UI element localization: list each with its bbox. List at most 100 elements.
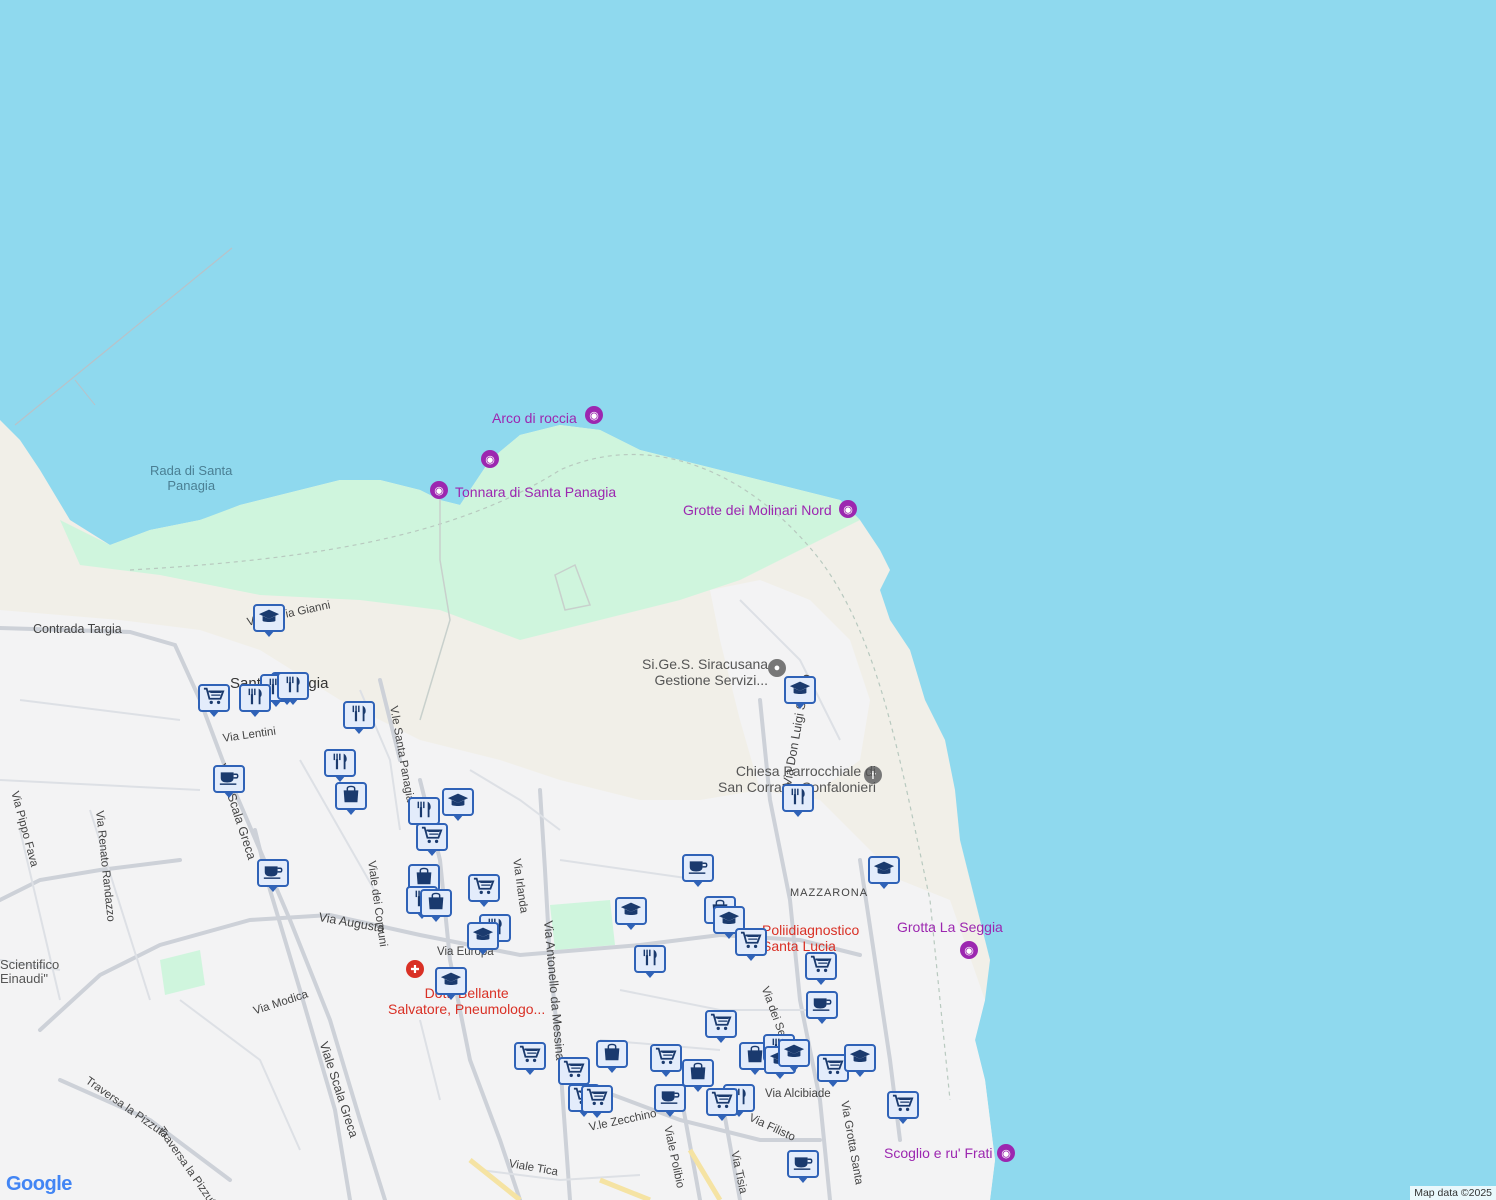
cafe-icon	[792, 1152, 814, 1177]
school-icon	[258, 606, 280, 631]
shopping-bag-pin[interactable]	[420, 889, 456, 922]
shopping-bag-icon	[425, 891, 447, 916]
cart-pin[interactable]	[468, 874, 504, 907]
cart-pin[interactable]	[650, 1044, 686, 1077]
restaurant-icon	[244, 686, 266, 711]
water-label: Rada di Santa Panagia	[150, 463, 233, 493]
cart-icon	[810, 954, 832, 979]
poi-label-grotta-la-seggia[interactable]: Grotta La Seggia	[897, 919, 1003, 935]
camera-icon[interactable]: ◉	[960, 941, 978, 959]
camera-icon[interactable]: ◉	[997, 1144, 1015, 1162]
school-icon	[440, 969, 462, 994]
poi-label-grotte-molinari[interactable]: Grotte dei Molinari Nord	[683, 502, 832, 518]
shopping-bag-pin[interactable]	[596, 1040, 632, 1073]
restaurant-pin[interactable]	[277, 672, 313, 705]
restaurant-pin[interactable]	[782, 784, 818, 817]
school-icon	[620, 899, 642, 924]
cart-icon	[421, 825, 443, 850]
school-icon	[849, 1046, 871, 1071]
cafe-icon	[687, 856, 709, 881]
camera-icon[interactable]: ◉	[430, 481, 448, 499]
school-icon	[789, 678, 811, 703]
school-pin[interactable]	[253, 604, 289, 637]
school-pin[interactable]	[442, 788, 478, 821]
cafe-icon	[811, 993, 833, 1018]
park-small	[550, 900, 615, 950]
school-pin[interactable]	[467, 922, 503, 955]
location-icon[interactable]: ●	[768, 659, 786, 677]
cafe-pin[interactable]	[682, 854, 718, 887]
school-icon	[783, 1041, 805, 1066]
camera-icon[interactable]: ◉	[481, 450, 499, 468]
cart-icon	[822, 1056, 844, 1081]
restaurant-icon	[348, 703, 370, 728]
cafe-pin[interactable]	[806, 991, 842, 1024]
street-label: Via Alcibiade	[765, 1088, 831, 1100]
area-label-einaudi: Einaudi"	[0, 971, 48, 986]
cart-pin[interactable]	[706, 1088, 742, 1121]
street-label: Contrada Targia	[33, 622, 122, 636]
cart-pin[interactable]	[416, 823, 452, 856]
cafe-icon	[659, 1086, 681, 1111]
cafe-pin[interactable]	[787, 1150, 823, 1183]
shopping-bag-icon	[601, 1042, 623, 1067]
cart-pin[interactable]	[887, 1091, 923, 1124]
cart-icon	[892, 1093, 914, 1118]
poi-label-poliidiagnostico[interactable]: Poliidiagnostico Santa Lucia	[762, 922, 859, 954]
cart-pin[interactable]	[805, 952, 841, 985]
cart-icon	[563, 1059, 585, 1084]
school-pin[interactable]	[435, 967, 471, 1000]
cart-icon	[203, 686, 225, 711]
restaurant-icon	[639, 947, 661, 972]
cart-icon	[710, 1012, 732, 1037]
cart-pin[interactable]	[581, 1085, 617, 1118]
cart-icon	[711, 1090, 733, 1115]
basemap[interactable]	[0, 0, 1496, 1200]
cart-icon	[586, 1087, 608, 1112]
shopping-bag-icon	[687, 1061, 709, 1086]
restaurant-icon	[413, 799, 435, 824]
school-pin[interactable]	[615, 897, 651, 930]
school-pin[interactable]	[778, 1039, 814, 1072]
map-attribution[interactable]: Map data ©2025	[1410, 1186, 1496, 1200]
cart-pin[interactable]	[735, 928, 771, 961]
cafe-pin[interactable]	[257, 859, 293, 892]
restaurant-pin[interactable]	[634, 945, 670, 978]
cart-pin[interactable]	[514, 1042, 550, 1075]
camera-icon[interactable]: ◉	[585, 406, 603, 424]
map-view[interactable]: Rada di Santa Panagia ◉ ◉ ◉ ◉ ◉ ◉ ● ✝ ✚ …	[0, 0, 1496, 1200]
cart-icon	[740, 930, 762, 955]
restaurant-icon	[787, 786, 809, 811]
camera-icon[interactable]: ◉	[839, 500, 857, 518]
cart-pin[interactable]	[705, 1010, 741, 1043]
area-label-scientifico: Scientifico	[0, 957, 60, 972]
cafe-pin[interactable]	[654, 1084, 690, 1117]
cart-icon	[655, 1046, 677, 1071]
poi-label-tonnara[interactable]: Tonnara di Santa Panagia	[455, 484, 616, 500]
school-icon	[873, 858, 895, 883]
school-icon	[472, 924, 494, 949]
area-label-mazzarona: MAZZARONA	[790, 887, 869, 899]
medical-icon[interactable]: ✚	[406, 960, 424, 978]
google-logo: Google	[6, 1173, 72, 1195]
shopping-bag-pin[interactable]	[335, 782, 371, 815]
restaurant-pin[interactable]	[324, 749, 360, 782]
poi-label-sigess[interactable]: Si.Ge.S. Siracusana Gestione Servizi...	[642, 656, 768, 688]
cafe-icon	[262, 861, 284, 886]
restaurant-pin[interactable]	[343, 701, 379, 734]
school-pin[interactable]	[784, 676, 820, 709]
shopping-bag-icon	[340, 784, 362, 809]
cafe-pin[interactable]	[213, 765, 249, 798]
cafe-icon	[218, 767, 240, 792]
poi-label-scoglio[interactable]: Scoglio e ru' Frati	[884, 1145, 993, 1161]
poi-label-arco-di-roccia[interactable]: Arco di roccia	[492, 410, 577, 426]
cart-icon	[473, 876, 495, 901]
cart-pin[interactable]	[198, 684, 234, 717]
restaurant-icon	[329, 751, 351, 776]
school-icon	[447, 790, 469, 815]
school-pin[interactable]	[844, 1044, 880, 1077]
restaurant-pin[interactable]	[239, 684, 275, 717]
restaurant-icon	[282, 674, 304, 699]
school-pin[interactable]	[868, 856, 904, 889]
cart-icon	[519, 1044, 541, 1069]
